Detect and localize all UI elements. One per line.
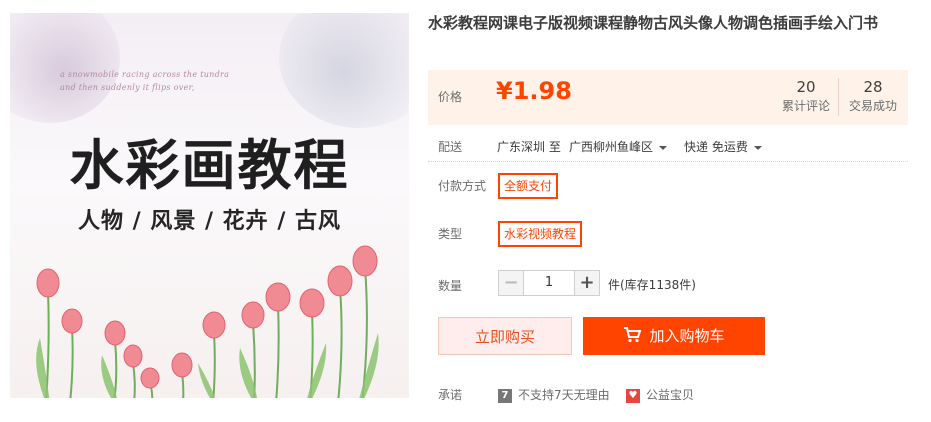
tulip-illustration [36, 245, 379, 398]
type-label: 类型 [438, 227, 463, 241]
product-image[interactable]: a snowmobile racing across the tundra an… [10, 13, 409, 398]
script-line: a snowmobile racing across the tundra [60, 70, 230, 79]
chevron-down-icon [753, 145, 762, 150]
quantity-increment-button[interactable]: + [574, 270, 600, 296]
buy-now-button[interactable]: 立即购买 [438, 317, 572, 355]
review-stat[interactable]: 20 累计评论 [778, 77, 834, 115]
script-line: and then suddenly it flips over, [60, 83, 195, 92]
image-headline: 水彩画教程 [69, 134, 350, 197]
image-script-text: a snowmobile racing across the tundra an… [60, 68, 229, 94]
payment-option-full[interactable]: 全额支付 [498, 173, 559, 199]
shipping-from: 广东深圳 至 [497, 140, 561, 154]
quantity-label: 数量 [438, 279, 463, 293]
heart-icon: ♥ [626, 388, 640, 403]
shipping-destination: 广西柳州鱼峰区 [569, 140, 654, 154]
price-panel: 价格 ¥1.98 20 累计评论 28 交易成功 [428, 70, 908, 125]
shipping-method-select[interactable]: 快递 免运费 [684, 138, 762, 155]
promise-label: 承诺 [438, 388, 463, 402]
product-title: 水彩教程网课电子版视频课程静物古风头像人物调色插画手绘入门书 [428, 14, 879, 32]
promise-charity[interactable]: ♥ 公益宝贝 [626, 386, 694, 403]
type-option-video[interactable]: 水彩视频教程 [498, 221, 583, 247]
watercolor-splash [279, 13, 409, 128]
stat-divider [838, 78, 839, 116]
quantity-input[interactable]: 1 [524, 270, 574, 296]
review-label: 累计评论 [781, 99, 830, 113]
image-subtitle: 人物 / 风景 / 花卉 / 古风 [77, 209, 342, 234]
price-label: 价格 [438, 90, 463, 104]
cart-icon [624, 327, 642, 343]
add-to-cart-label: 加入购物车 [649, 327, 725, 345]
sales-count: 28 [863, 78, 883, 96]
promise-no-return[interactable]: 7 不支持7天无理由 [498, 386, 610, 403]
sales-label: 交易成功 [848, 99, 897, 113]
sales-stat: 28 交易成功 [845, 77, 901, 115]
add-to-cart-button[interactable]: 加入购物车 [583, 317, 765, 355]
shipping-label: 配送 [438, 140, 463, 154]
shipping-method: 快递 免运费 [684, 140, 748, 154]
promise-no-return-text: 不支持7天无理由 [518, 388, 610, 402]
price-value: ¥1.98 [496, 77, 572, 105]
chevron-down-icon [659, 145, 668, 150]
divider [428, 161, 908, 162]
stock-info: 件(库存1138件) [608, 278, 696, 292]
no-return-icon: 7 [498, 388, 512, 403]
shipping-destination-select[interactable]: 广西柳州鱼峰区 [569, 138, 668, 155]
promise-charity-text: 公益宝贝 [646, 388, 695, 402]
payment-label: 付款方式 [438, 179, 487, 193]
review-count: 20 [796, 78, 816, 96]
quantity-decrement-button[interactable]: − [498, 270, 524, 296]
